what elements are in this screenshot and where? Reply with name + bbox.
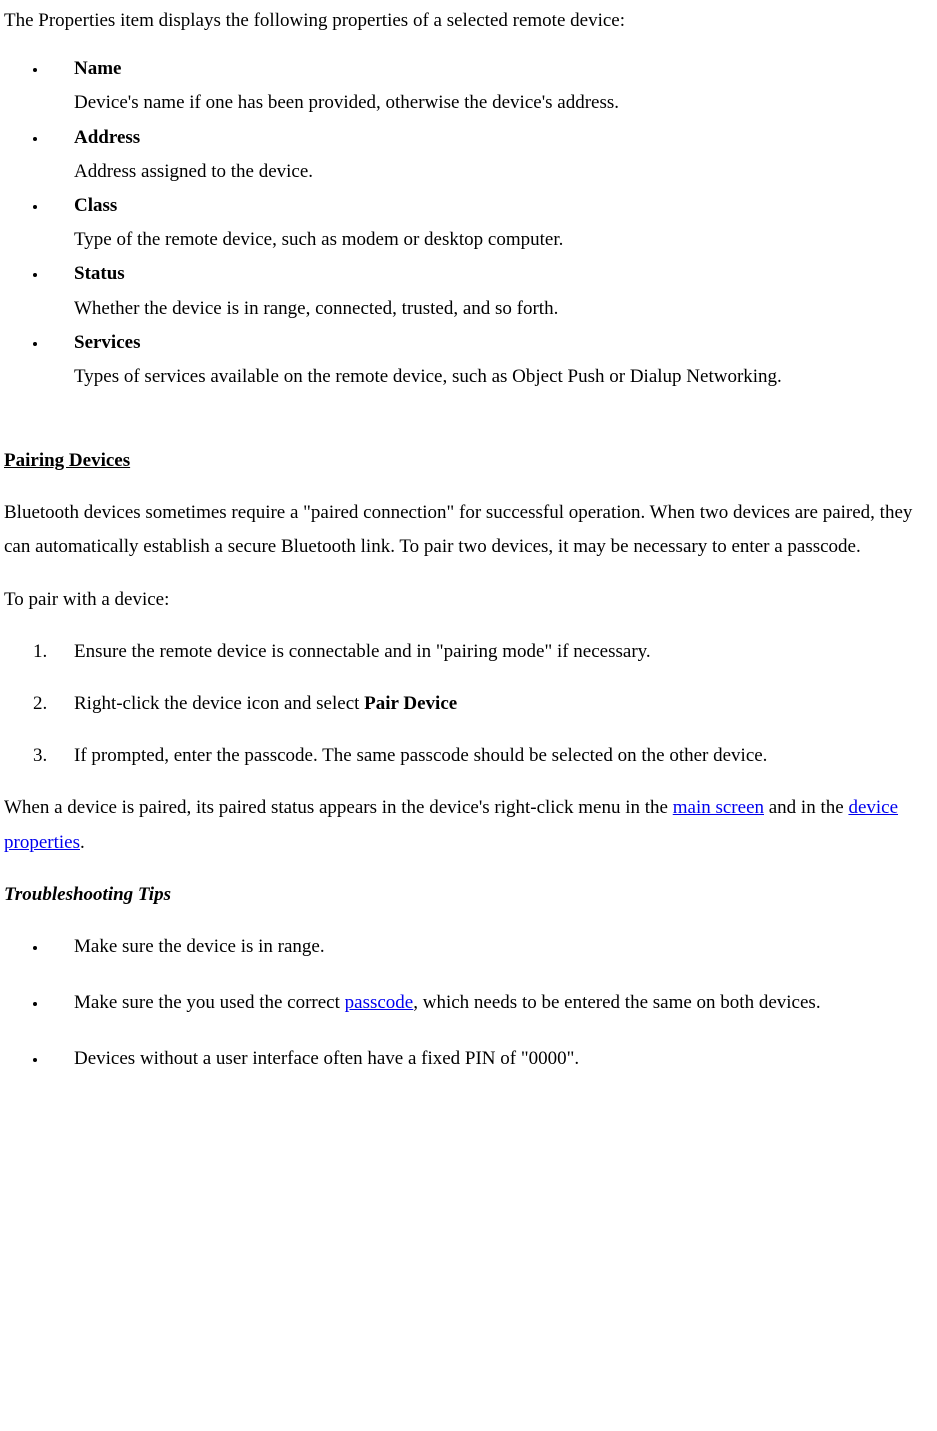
property-item: Address Address assigned to the device. [48, 121, 933, 189]
property-term: Class [74, 195, 117, 216]
troubleshooting-heading: Troubleshooting Tips [4, 878, 933, 912]
passcode-link[interactable]: passcode [345, 992, 414, 1013]
tip-item: Devices without a user interface often h… [48, 1042, 933, 1076]
pairing-step: Ensure the remote device is connectable … [52, 635, 933, 669]
properties-intro: The Properties item displays the followi… [4, 4, 933, 38]
property-term: Services [74, 332, 140, 353]
pairing-steps: Ensure the remote device is connectable … [4, 635, 933, 774]
pairing-step: Right-click the device icon and select P… [52, 687, 933, 721]
property-desc: Types of services available on the remot… [74, 360, 933, 394]
tip-item: Make sure the you used the correct passc… [48, 986, 933, 1020]
property-term: Name [74, 58, 121, 79]
tip-text: , which needs to be entered the same on … [413, 992, 820, 1013]
property-desc: Address assigned to the device. [74, 155, 933, 189]
property-item: Class Type of the remote device, such as… [48, 189, 933, 257]
main-screen-link[interactable]: main screen [673, 797, 764, 818]
tip-item: Make sure the device is in range. [48, 930, 933, 964]
paired-text: and in the [764, 797, 848, 818]
properties-list: Name Device's name if one has been provi… [4, 52, 933, 394]
property-desc: Device's name if one has been provided, … [74, 86, 933, 120]
pairing-description: Bluetooth devices sometimes require a "p… [4, 496, 933, 564]
paired-text: When a device is paired, its paired stat… [4, 797, 673, 818]
paired-text: . [80, 832, 85, 853]
property-term: Address [74, 127, 140, 148]
property-desc: Whether the device is in range, connecte… [74, 292, 933, 326]
pairing-to-intro: To pair with a device: [4, 583, 933, 617]
pair-device-label: Pair Device [364, 693, 457, 714]
property-item: Name Device's name if one has been provi… [48, 52, 933, 120]
step-text: Right-click the device icon and select [74, 693, 364, 714]
property-item: Services Types of services available on … [48, 326, 933, 394]
troubleshooting-tips: Make sure the device is in range. Make s… [4, 930, 933, 1077]
property-desc: Type of the remote device, such as modem… [74, 223, 933, 257]
tip-text: Make sure the you used the correct [74, 992, 345, 1013]
property-item: Status Whether the device is in range, c… [48, 257, 933, 325]
pairing-devices-heading: Pairing Devices [4, 444, 933, 478]
paired-status-note: When a device is paired, its paired stat… [4, 791, 933, 859]
property-term: Status [74, 263, 125, 284]
pairing-step: If prompted, enter the passcode. The sam… [52, 739, 933, 773]
